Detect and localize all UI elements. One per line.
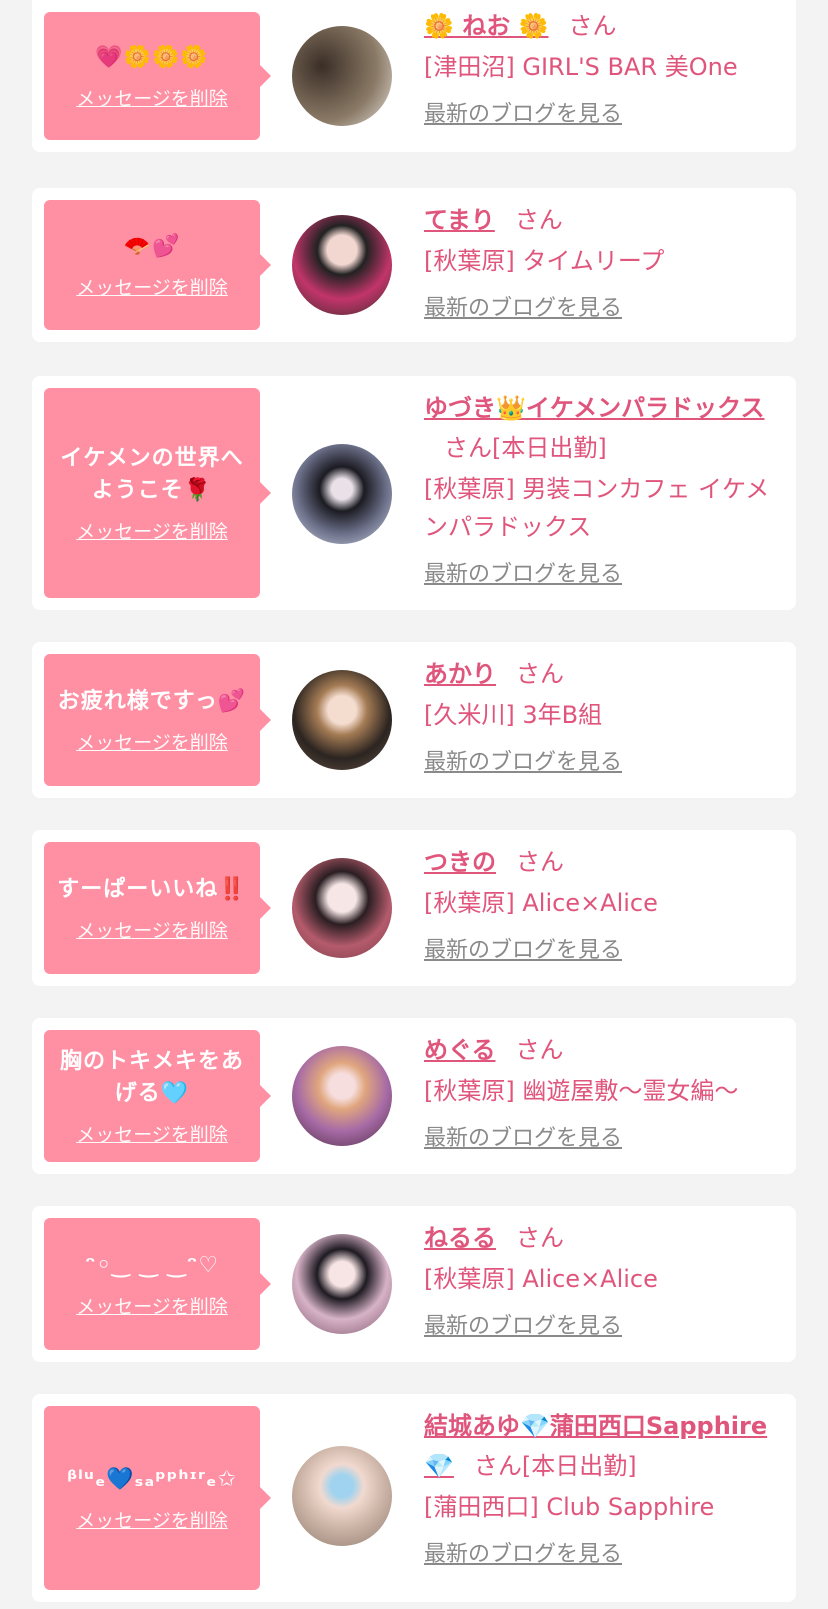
shop-text: [秋葉原] 男装コンカフェ イケメンパラドックス — [424, 475, 770, 541]
profile-info: ねるる さん [秋葉原] Alice×Alice 最新のブログを見る — [424, 1218, 784, 1342]
profile-name-link[interactable]: ねるる — [424, 1224, 496, 1252]
list-item: 💗🌼🌼🌼 メッセージを削除 🌼 ねお 🌼 さん [津田沼] GIRL'S BAR … — [32, 0, 796, 152]
delete-message-link[interactable]: メッセージを削除 — [76, 728, 228, 755]
shop-text: [津田沼] GIRL'S BAR 美One — [424, 53, 738, 81]
avatar[interactable] — [292, 858, 392, 958]
honorific: さん — [516, 1224, 564, 1252]
latest-blog-link[interactable]: 最新のブログを見る — [424, 294, 784, 324]
honorific: さん — [516, 660, 564, 688]
message-bubble: 🪭💕 メッセージを削除 — [44, 200, 271, 330]
status-text: [本日出勤] — [521, 1452, 637, 1480]
message-bubble: お疲れ様ですっ💕 メッセージを削除 — [44, 654, 271, 786]
profile-info: てまり さん [秋葉原] タイムリープ 最新のブログを見る — [424, 200, 784, 324]
avatar[interactable] — [292, 1446, 392, 1546]
shop-text: [秋葉原] Alice×Alice — [424, 1265, 658, 1293]
message-text: 💗🌼🌼🌼 — [95, 44, 209, 70]
honorific: さん — [473, 1452, 522, 1480]
profile-info: めぐる さん [秋葉原] 幽遊屋敷〜霊女編〜 最新のブログを見る — [424, 1030, 784, 1154]
avatar[interactable] — [292, 26, 392, 126]
honorific: さん — [514, 206, 563, 234]
profile-name-link[interactable]: めぐる — [424, 1036, 496, 1064]
message-bubble: 胸のトキメキをあげる🩵 メッセージを削除 — [44, 1030, 271, 1162]
message-bubble: ᵝˡᵘₑ💙ₛₐᵖᵖʰᶦʳₑ✩ メッセージを削除 — [44, 1406, 271, 1590]
list-item: お疲れ様ですっ💕 メッセージを削除 あかり さん [久米川] 3年B組 最新のブロ… — [32, 642, 796, 798]
honorific: さん — [516, 848, 564, 876]
latest-blog-link[interactable]: 最新のブログを見る — [424, 100, 784, 130]
latest-blog-link[interactable]: 最新のブログを見る — [424, 1312, 784, 1342]
avatar[interactable] — [292, 215, 392, 315]
message-text: ᵔ◦‿ ‿ ‿ᵔ♡ — [84, 1252, 220, 1278]
message-text: 🪭💕 — [123, 233, 181, 259]
profile-info: 🌼 ねお 🌼 さん [津田沼] GIRL'S BAR 美One 最新のブログを見る — [424, 6, 784, 130]
avatar[interactable] — [292, 444, 392, 544]
message-text: お疲れ様ですっ💕 — [57, 688, 247, 714]
profile-name-link[interactable]: 🌼 ねお 🌼 — [424, 12, 548, 40]
delete-message-link[interactable]: メッセージを削除 — [76, 273, 228, 300]
list-item: 胸のトキメキをあげる🩵 メッセージを削除 めぐる さん [秋葉原] 幽遊屋敷〜霊女… — [32, 1018, 796, 1174]
latest-blog-link[interactable]: 最新のブログを見る — [424, 748, 784, 778]
delete-message-link[interactable]: メッセージを削除 — [76, 517, 228, 544]
list-item: 🪭💕 メッセージを削除 てまり さん [秋葉原] タイムリープ 最新のブログを見る — [32, 188, 796, 342]
shop-text: [蒲田西口] Club Sapphire — [424, 1493, 715, 1521]
latest-blog-link[interactable]: 最新のブログを見る — [424, 560, 784, 590]
message-text: イケメンの世界へようこそ🌹 — [60, 445, 244, 503]
profile-name-link[interactable]: てまり — [424, 206, 495, 234]
message-text: 胸のトキメキをあげる🩵 — [59, 1048, 244, 1106]
avatar[interactable] — [292, 1234, 392, 1334]
message-bubble: イケメンの世界へようこそ🌹 メッセージを削除 — [44, 388, 271, 598]
profile-name-link[interactable]: つきの — [424, 848, 496, 876]
avatar[interactable] — [292, 670, 392, 770]
honorific: さん — [515, 1036, 564, 1064]
shop-text: [秋葉原] タイムリープ — [424, 247, 665, 275]
profile-info: あかり さん [久米川] 3年B組 最新のブログを見る — [424, 654, 784, 778]
latest-blog-link[interactable]: 最新のブログを見る — [424, 1540, 784, 1570]
profile-info: つきの さん [秋葉原] Alice×Alice 最新のブログを見る — [424, 842, 784, 966]
latest-blog-link[interactable]: 最新のブログを見る — [424, 1124, 784, 1154]
delete-message-link[interactable]: メッセージを削除 — [76, 1292, 228, 1319]
latest-blog-link[interactable]: 最新のブログを見る — [424, 936, 784, 966]
message-bubble: 💗🌼🌼🌼 メッセージを削除 — [44, 12, 271, 140]
delete-message-link[interactable]: メッセージを削除 — [76, 1506, 228, 1533]
honorific: さん — [444, 434, 492, 462]
profile-name-link[interactable]: あかり — [424, 660, 496, 688]
message-text: すーぱーいいね‼️ — [57, 876, 247, 902]
list-item: ᵔ◦‿ ‿ ‿ᵔ♡ メッセージを削除 ねるる さん [秋葉原] Alice×Ali… — [32, 1206, 796, 1362]
message-bubble: ᵔ◦‿ ‿ ‿ᵔ♡ メッセージを削除 — [44, 1218, 271, 1350]
list-item: イケメンの世界へようこそ🌹 メッセージを削除 ゆづき👑イケメンパラドックスさん[… — [32, 376, 796, 610]
message-text: ᵝˡᵘₑ💙ₛₐᵖᵖʰᶦʳₑ✩ — [67, 1466, 237, 1492]
profile-name-link[interactable]: ゆづき👑イケメンパラドックス — [424, 394, 764, 422]
shop-text: [久米川] 3年B組 — [424, 701, 603, 729]
status-text: [本日出勤] — [492, 434, 607, 462]
shop-text: [秋葉原] Alice×Alice — [424, 889, 658, 917]
delete-message-link[interactable]: メッセージを削除 — [76, 1120, 228, 1147]
avatar[interactable] — [292, 1046, 392, 1146]
list-item: すーぱーいいね‼️ メッセージを削除 つきの さん [秋葉原] Alice×Ali… — [32, 830, 796, 986]
delete-message-link[interactable]: メッセージを削除 — [76, 916, 228, 943]
shop-text: [秋葉原] 幽遊屋敷〜霊女編〜 — [424, 1077, 739, 1105]
profile-info: 結城あゆ💎蒲田西口Sapphire💎 さん[本日出勤] [蒲田西口] Club S… — [424, 1406, 784, 1570]
delete-message-link[interactable]: メッセージを削除 — [76, 84, 228, 111]
honorific: さん — [568, 12, 617, 40]
list-item: ᵝˡᵘₑ💙ₛₐᵖᵖʰᶦʳₑ✩ メッセージを削除 結城あゆ💎蒲田西口Sapphir… — [32, 1394, 796, 1602]
profile-info: ゆづき👑イケメンパラドックスさん[本日出勤] [秋葉原] 男装コンカフェ イケメ… — [424, 388, 784, 590]
message-bubble: すーぱーいいね‼️ メッセージを削除 — [44, 842, 271, 974]
